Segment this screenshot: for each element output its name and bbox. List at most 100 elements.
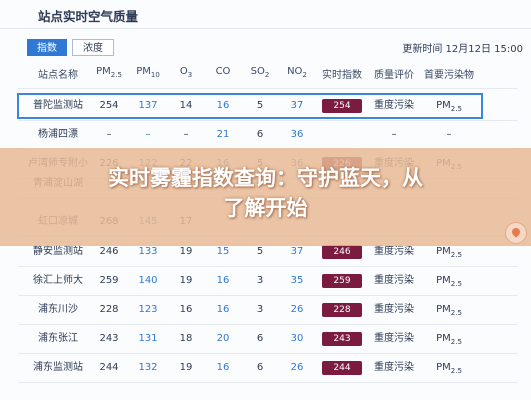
cell-value: 19: [179, 275, 193, 286]
cell-value: PM: [436, 246, 451, 257]
cell-value: 6: [256, 333, 264, 344]
column-header-label: CO: [215, 66, 231, 77]
cell-value: PM: [436, 275, 451, 286]
table-row[interactable]: 徐汇上师大 259 140 19 16 3 35 259 重度污染 PM2.5: [0, 268, 531, 294]
cell-pm10: 123: [130, 297, 166, 323]
cell-value: –: [106, 129, 112, 140]
cell-value: 243: [99, 333, 119, 344]
column-header: 实时指数: [314, 66, 370, 81]
cell-co: 16: [205, 297, 241, 323]
column-header-label: 质量评价: [374, 70, 414, 81]
cell-value: 重度污染: [374, 362, 414, 373]
cell-pm10: 132: [130, 355, 166, 381]
row-divider: [18, 382, 518, 383]
cell-value: 36: [290, 129, 304, 140]
cell-so2: 6: [245, 355, 275, 381]
cell-o3: 16: [171, 297, 201, 323]
cell-value: 16: [216, 275, 230, 286]
header-divider: [18, 88, 518, 89]
cell-value: 重度污染: [374, 275, 414, 286]
cell-so2: 3: [245, 268, 275, 294]
cell-pollutant: PM2.5: [414, 297, 484, 326]
cell-pm10: –: [130, 122, 166, 148]
selected-row-highlight: [17, 93, 483, 119]
row-divider: [18, 353, 518, 354]
update-time: 更新时间 12月12日 15:00: [402, 44, 523, 55]
cell-value: 21: [216, 129, 230, 140]
column-header-subscript: 3: [187, 71, 193, 79]
cell-value: 140: [138, 275, 158, 286]
cell-value: 3: [256, 304, 264, 315]
cell-value: 37: [290, 246, 304, 257]
cell-value: 259: [99, 275, 119, 286]
column-header-subscript: 2.5: [110, 71, 122, 79]
cell-value: PM: [436, 304, 451, 315]
cell-value: PM: [436, 362, 451, 373]
table-row[interactable]: 杨浦四漂 – – – 21 6 36 – –: [0, 122, 531, 148]
cell-no2: 36: [280, 122, 314, 148]
column-header-subscript: 2: [302, 71, 307, 79]
column-header-subscript: 2: [264, 71, 270, 79]
cell-pollutant: PM2.5: [414, 355, 484, 384]
cell-co: 16: [205, 268, 241, 294]
cell-value: 浦东监测站: [33, 362, 83, 373]
cell-no2: 30: [280, 326, 314, 352]
cell-pm10: 140: [130, 268, 166, 294]
banner-line-1: 实时雾霾指数查询：守护蓝天，从: [108, 166, 423, 190]
column-header-label: PM: [96, 66, 111, 77]
cell-value: 重度污染: [374, 333, 414, 344]
cell-value: 重度污染: [374, 246, 414, 257]
table-row[interactable]: 浦东张江 243 131 18 20 6 30 243 重度污染 PM2.5: [0, 326, 531, 352]
cell-o3: 19: [171, 268, 201, 294]
cell-pm10: 131: [130, 326, 166, 352]
tab-index[interactable]: 指数: [27, 39, 67, 56]
cell-subscript: 2.5: [450, 251, 462, 259]
title-divider: [0, 28, 531, 29]
air-quality-panel: 站点实时空气质量 指数 浓度 更新时间 12月12日 15:00 站点名称 PM2…: [0, 0, 531, 400]
cell-subscript: 2.5: [450, 309, 462, 317]
cell-pm25: –: [89, 122, 129, 148]
table-row[interactable]: 浦东川沙 228 123 16 16 3 26 228 重度污染 PM2.5: [0, 297, 531, 323]
column-header-label: 站点名称: [38, 70, 78, 81]
banner-line-2: 了解开始: [223, 196, 308, 220]
banner-text: 实时雾霾指数查询：守护蓝天，从 了解开始: [0, 163, 531, 223]
cell-o3: 19: [171, 355, 201, 381]
cell-pm25: 243: [89, 326, 129, 352]
cell-value: 浦东张江: [38, 333, 78, 344]
cell-value: 132: [138, 362, 158, 373]
cell-value: 16: [179, 304, 193, 315]
cell-value: 5: [256, 246, 264, 257]
cell-so2: 6: [245, 122, 275, 148]
row-divider: [18, 266, 518, 267]
cell-pollutant: PM2.5: [414, 326, 484, 355]
cell-subscript: 2.5: [450, 367, 462, 375]
row-divider: [18, 295, 518, 296]
location-pin-icon: [510, 226, 522, 238]
aqi-badge: 259: [322, 274, 362, 288]
cell-value: 35: [290, 275, 304, 286]
cell-value: 15: [216, 246, 230, 257]
cell-value: –: [145, 129, 151, 140]
cell-o3: 18: [171, 326, 201, 352]
column-header: PM2.5: [89, 66, 129, 79]
cell-value: –: [446, 129, 452, 140]
station-name: 浦东张江: [18, 326, 98, 352]
column-header-label: NO: [287, 66, 303, 77]
cell-value: 16: [216, 304, 230, 315]
column-header: NO2: [280, 66, 314, 79]
column-header: O3: [171, 66, 201, 79]
row-divider: [18, 120, 518, 121]
page-title: 站点实时空气质量: [38, 9, 139, 24]
cell-no2: 26: [280, 297, 314, 323]
tab-concentration[interactable]: 浓度: [72, 39, 114, 56]
column-header-label: SO: [250, 66, 265, 77]
location-pin-button[interactable]: [505, 222, 527, 244]
cell-co: 16: [205, 355, 241, 381]
table-row[interactable]: 浦东监测站 244 132 19 16 6 26 244 重度污染 PM2.5: [0, 355, 531, 381]
station-name: 浦东川沙: [18, 297, 98, 323]
cell-pollutant: PM2.5: [414, 268, 484, 297]
cell-value: 重度污染: [374, 304, 414, 315]
cell-value: 浦东川沙: [38, 304, 78, 315]
cell-value: 133: [138, 246, 158, 257]
cell-value: 16: [216, 362, 230, 373]
